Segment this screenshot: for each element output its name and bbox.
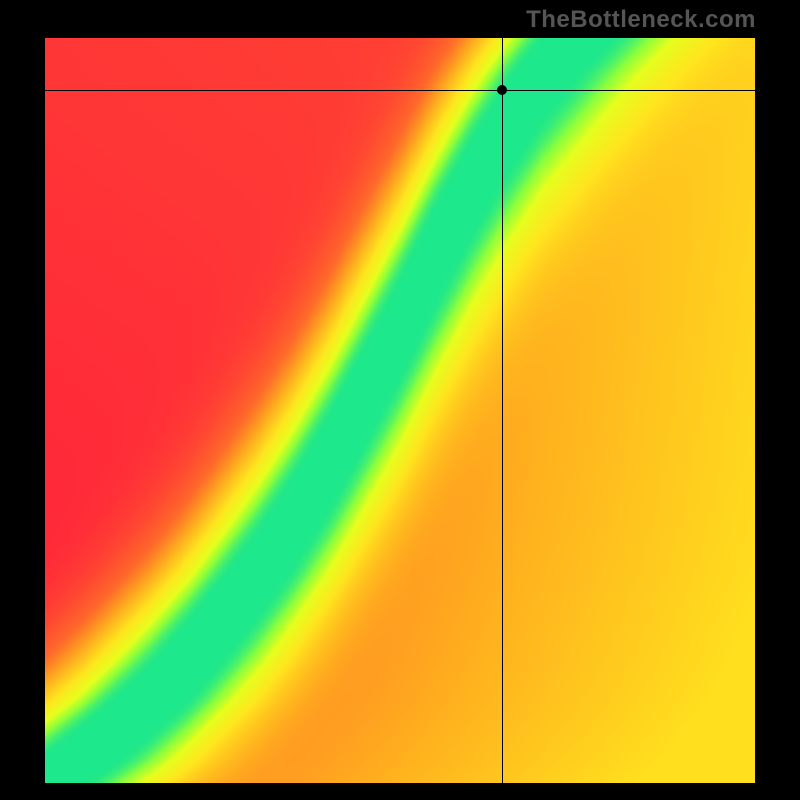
heatmap-plot — [45, 38, 755, 783]
heatmap-canvas — [45, 38, 755, 783]
chart-stage: TheBottleneck.com — [0, 0, 800, 800]
watermark-label: TheBottleneck.com — [526, 6, 756, 34]
